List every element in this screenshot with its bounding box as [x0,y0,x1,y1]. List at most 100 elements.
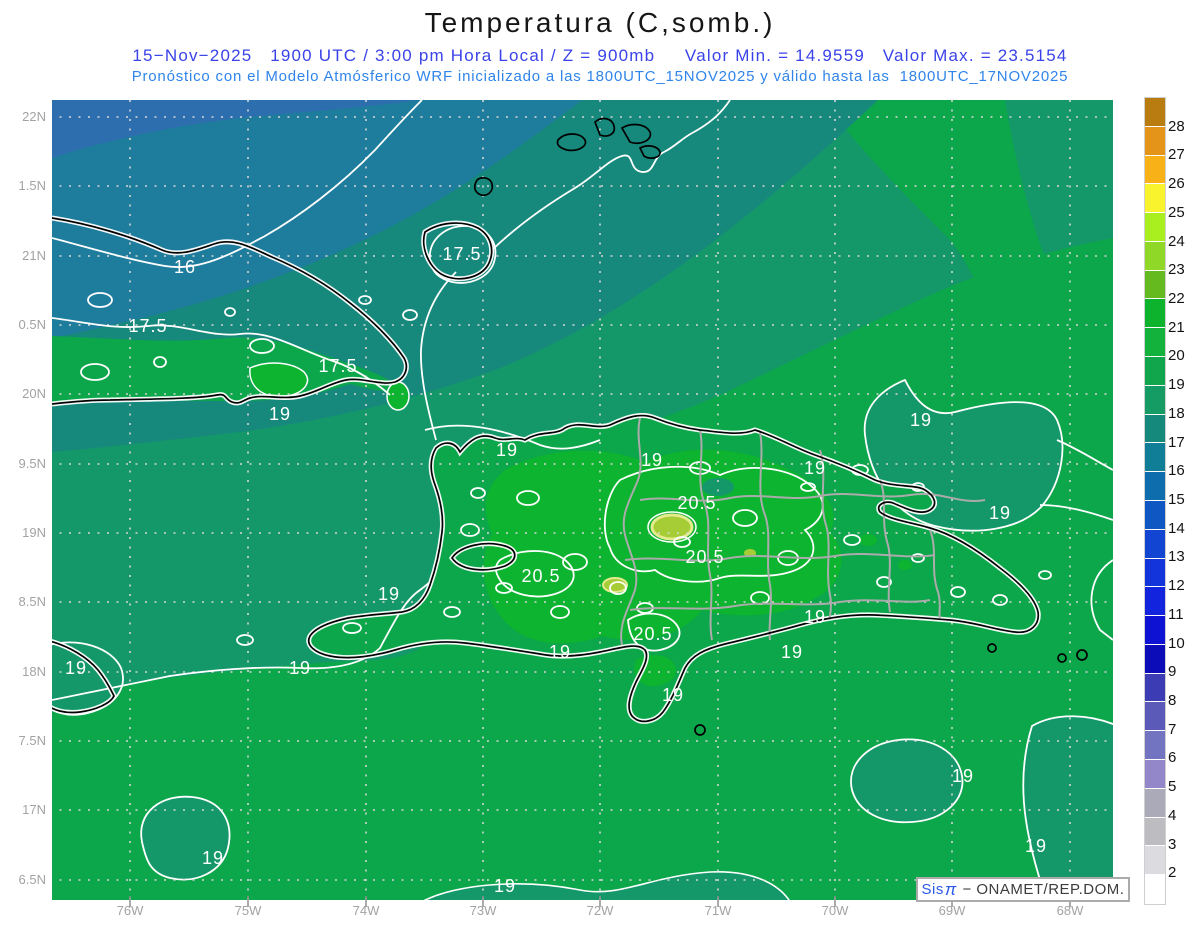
colorbar-label-7: 7 [1168,720,1177,738]
y-tick-19N: 19N [22,525,46,540]
contour-label-20.5: 20.5 [677,493,716,513]
colorbar-cell-23 [1145,759,1165,789]
y-tick-1.5N: 1.5N [18,178,46,193]
contour-label-19: 19 [496,440,518,460]
colorbar-cell-2 [1145,155,1165,185]
contour-label-16: 16 [174,257,196,277]
colorbar-cell-25 [1145,817,1165,847]
colorbar-label-9: 9 [1168,663,1177,681]
x-tick-75W: 75W [234,903,262,918]
contour-label-19: 19 [989,503,1011,523]
x-tick-68W: 68W [1056,903,1084,918]
colorbar-label-18: 18 [1168,404,1185,422]
colorbar-cell-27 [1145,875,1165,904]
temperature-colorbar [1144,97,1166,905]
colorbar-cell-13 [1145,472,1165,501]
contour-label-17.5: 17.5 [128,316,167,336]
source-badge: Sis π − ONAMET/REP.DOM. [916,877,1130,902]
x-tick-76W: 76W [116,903,144,918]
colorbar-label-5: 5 [1168,778,1177,796]
contour-label-20.5: 20.5 [633,624,672,644]
colorbar-label-8: 8 [1168,692,1177,709]
x-tick-72W: 72W [586,903,614,918]
colorbar-cell-17 [1145,587,1165,617]
colorbar-label-23: 23 [1168,261,1185,279]
colorbar-cell-16 [1145,558,1165,588]
colorbar-cell-4 [1145,213,1165,242]
colorbar-label-28: 28 [1168,117,1185,135]
badge-onamet-text: − ONAMET/REP.DOM. [957,881,1125,898]
colorbar-label-16: 16 [1168,462,1185,480]
contour-label-20.5: 20.5 [521,566,560,586]
colorbar-cell-6 [1145,270,1165,300]
x-tick-73W: 73W [469,903,497,918]
colorbar-label-15: 15 [1168,491,1185,508]
x-tick-74W: 74W [352,903,380,918]
contour-label-19: 19 [549,642,571,662]
contour-label-20.5: 20.5 [685,547,724,567]
contour-label-19: 19 [781,642,803,662]
colorbar-label-14: 14 [1168,519,1185,537]
y-tick-8.5N: 8.5N [18,594,46,609]
colorbar-label-10: 10 [1168,634,1185,652]
colorbar-label-3: 3 [1168,835,1177,853]
contour-label-19: 19 [804,607,826,627]
y-tick-18N: 18N [22,664,46,679]
temperature-map-canvas: 1617.517.517.51919 19 1919191919 1919191919… [52,100,1113,907]
y-tick-20N: 20N [22,386,46,401]
x-tick-70W: 70W [821,903,849,918]
contour-label-19: 19 [269,404,291,424]
colorbar-cell-11 [1145,414,1165,444]
y-tick-22N: 22N [22,109,46,124]
colorbar-label-20: 20 [1168,347,1185,365]
colorbar-label-13: 13 [1168,548,1185,566]
colorbar-label-24: 24 [1168,232,1185,250]
pi-icon: π [944,879,957,899]
colorbar-cell-26 [1145,846,1165,876]
contour-label-19: 19 [804,458,826,478]
contour-label-19: 19 [65,658,87,678]
colorbar-label-22: 22 [1168,290,1185,307]
contour-label-19: 19 [289,658,311,678]
colorbar-cell-5 [1145,241,1165,271]
colorbar-label-11: 11 [1168,605,1184,623]
colorbar-cell-7 [1145,299,1165,329]
colorbar-label-4: 4 [1168,806,1177,824]
colorbar-cell-18 [1145,616,1165,645]
y-tick-7.5N: 7.5N [18,733,46,748]
colorbar-cell-14 [1145,500,1165,530]
colorbar-label-2: 2 [1168,864,1177,882]
contour-label-17.5: 17.5 [318,356,357,376]
contour-label-19: 19 [494,876,516,896]
colorbar-cell-0 [1145,98,1165,127]
y-tick-6.5N: 6.5N [18,872,46,887]
colorbar-label-19: 19 [1168,376,1185,394]
colorbar-label-25: 25 [1168,203,1185,221]
contour-label-19: 19 [910,410,932,430]
colorbar-label-21: 21 [1168,318,1185,336]
colorbar-cell-22 [1145,731,1165,760]
badge-sis-text: Sis [921,881,944,898]
contour-label-17.5: 17.5 [442,244,481,264]
colorbar-cell-1 [1145,126,1165,156]
colorbar-label-27: 27 [1168,146,1185,164]
contour-label-19: 19 [641,450,663,470]
contour-label-19: 19 [662,685,684,705]
colorbar-cell-12 [1145,443,1165,473]
colorbar-label-26: 26 [1168,175,1185,193]
colorbar-cell-8 [1145,328,1165,358]
colorbar-cell-15 [1145,529,1165,559]
contour-label-19: 19 [952,766,974,786]
contour-label-19: 19 [378,584,400,604]
colorbar-cell-21 [1145,702,1165,732]
x-tick-69W: 69W [938,903,966,918]
colorbar-label-17: 17 [1168,433,1185,451]
colorbar-cell-24 [1145,788,1165,818]
y-tick-21N: 21N [22,248,46,263]
y-tick-17N: 17N [22,802,46,817]
colorbar-cell-20 [1145,673,1165,703]
colorbar-cell-19 [1145,644,1165,674]
contour-label-19: 19 [1025,836,1047,856]
y-tick-9.5N: 9.5N [18,456,46,471]
colorbar-cell-10 [1145,385,1165,415]
